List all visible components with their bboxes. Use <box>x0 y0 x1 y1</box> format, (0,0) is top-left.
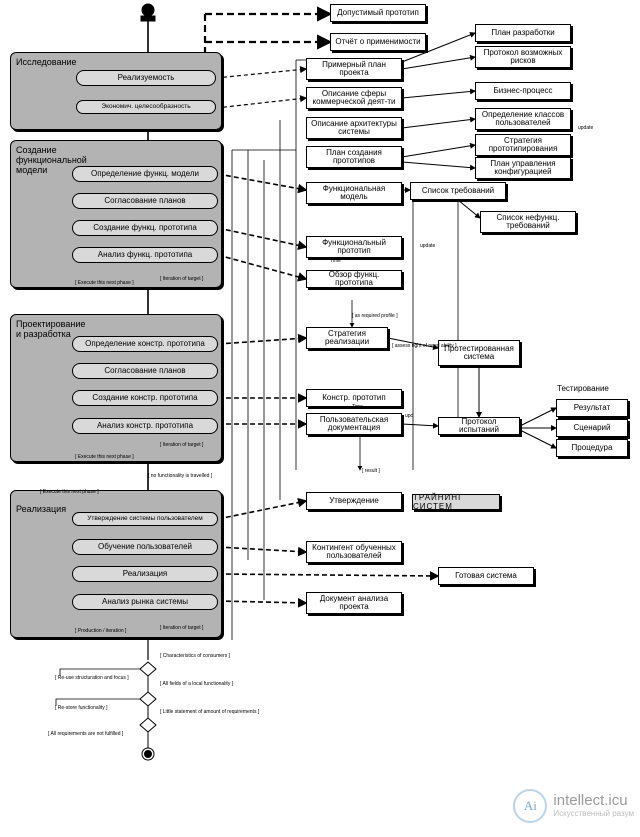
annotation-time-1: Time <box>330 258 341 264</box>
artifact-functional-prototype-review[interactable]: Обзор функц. прототипа <box>306 270 402 288</box>
artifact-nonfunctional-requirements-list[interactable]: Список нефункц. требований <box>480 211 576 233</box>
activity-create-constr-prototype[interactable]: Создание констр. прототипа <box>72 390 218 406</box>
artifact-applicability-report[interactable]: Отчёт о применимости <box>330 33 426 51</box>
annotation-iteration-1: [ Iteration of target ] <box>160 276 204 282</box>
annotation-functionality: [ no functionality is travelled ] <box>148 473 213 479</box>
annotation-execute-next-phase-1: [ Execute this next phase ] <box>75 280 134 286</box>
annotation-profile: [ as required profile ] <box>352 313 398 319</box>
artifact-risk-protocol[interactable]: Протокол возможных рисков <box>475 46 571 68</box>
activity-agree-plans-1[interactable]: Согласование планов <box>72 193 218 209</box>
training-system-button[interactable]: ТРАЙНИНГ СИСТЕМ <box>412 493 500 511</box>
activity-define-func-model[interactable]: Определение функц. модели <box>72 166 218 182</box>
phase-label-research: Исследование <box>16 57 77 67</box>
phase-label-design: Проектирование и разработка <box>16 319 86 339</box>
artifact-prototyping-strategy[interactable]: Стратегия прототипирования <box>475 134 571 156</box>
annotation-production: [ Production / iteration ] <box>75 628 127 634</box>
activity-analyze-func-prototype[interactable]: Анализ функц. прототипа <box>72 247 218 263</box>
activity-agree-plans-2[interactable]: Согласование планов <box>72 363 218 379</box>
annotation-update-2: update <box>420 243 436 249</box>
artifact-test-procedure[interactable]: Процедура <box>556 439 628 457</box>
artifact-requirements-list[interactable]: Список требований <box>410 182 506 200</box>
annotation-execute-next-phase-3: [ Execute this next phase ] <box>40 489 99 495</box>
annotation-characteristics-6: [ All requirements are not fulfilled ] <box>48 731 124 737</box>
annotation-execute-next-phase-2: [ Execute this next phase ] <box>75 454 134 460</box>
artifact-prototype-creation-plan[interactable]: План создания прототипов <box>306 146 402 168</box>
activity-econ-feasibility[interactable]: Экономич. целесообразность <box>76 100 216 114</box>
annotation-characteristics-5: [ Little statement of amount of requirem… <box>160 709 260 715</box>
activity-analyze-constr-prototype[interactable]: Анализ констр. прототипа <box>72 418 218 434</box>
watermark-name: intellect.icu <box>553 792 628 810</box>
annotation-result: [ result ] <box>362 468 380 474</box>
annotation-time-2: Time <box>352 404 363 410</box>
artifact-development-plan[interactable]: План разработки <box>475 24 571 42</box>
artifact-configuration-management-plan[interactable]: План управления конфигурацией <box>475 157 571 179</box>
annotation-update-1: update <box>578 125 594 131</box>
annotation-characteristics-4: [ Re-store functionality ] <box>55 705 108 711</box>
artifact-business-process[interactable]: Бизнес-процесс <box>475 82 571 100</box>
artifact-user-documentation[interactable]: Пользовательская документация <box>306 413 402 435</box>
activity-realization[interactable]: Реализация <box>72 566 218 582</box>
artifact-functional-prototype[interactable]: Функциональный прототип <box>306 236 402 258</box>
annotation-characteristics-3: [ All fields of a local functionality ] <box>160 681 234 687</box>
group-label-testing: Тестирование <box>557 384 609 393</box>
annotation-iteration-3: [ Iteration of target ] <box>160 625 204 631</box>
activity-approve-by-users[interactable]: Утверждение системы пользователем <box>72 512 218 526</box>
artifact-architecture-description[interactable]: Описание архитектуры системы <box>306 117 402 139</box>
artifact-test-result[interactable]: Результат <box>556 399 628 417</box>
artifact-ready-system[interactable]: Готовая система <box>438 567 534 585</box>
activity-create-func-prototype[interactable]: Создание функц. прототипа <box>72 220 218 236</box>
artifact-test-scenario[interactable]: Сценарий <box>556 419 628 437</box>
artifact-test-protocol[interactable]: Протокол испытаний <box>438 417 520 435</box>
artifact-functional-model[interactable]: Функциональная модель <box>306 182 402 204</box>
artifact-approval[interactable]: Утверждение <box>306 492 402 510</box>
activity-feasibility[interactable]: Реализуемость <box>76 70 216 86</box>
annotation-risk-assess: [ assess right of need ability ] <box>392 343 457 349</box>
watermark-logo-icon: Ai <box>513 789 548 823</box>
artifact-approximate-project-plan[interactable]: Примерный план проекта <box>306 58 402 80</box>
watermark-tagline: Искусственный разум <box>553 808 634 818</box>
watermark: Ai intellect.icu Искусственный разум <box>513 789 634 823</box>
annotation-iteration-2: [ Iteration of target ] <box>160 442 204 448</box>
annotation-characteristics-2: [ Re-use structuration and focus ] <box>55 675 129 681</box>
activity-train-users[interactable]: Обучение пользователей <box>72 539 218 555</box>
artifact-feasible-prototype[interactable]: Допустимый прототип <box>330 4 426 22</box>
diagram-canvas: Исследование Создание функциональной мод… <box>0 0 640 837</box>
artifact-commerce-description[interactable]: Описание сферы коммерческой деят-ти <box>306 87 402 109</box>
annotation-update-3: upd <box>405 413 414 419</box>
activity-define-constr-prototype[interactable]: Определение констр. прототипа <box>72 336 218 352</box>
activity-market-analysis[interactable]: Анализ рынка системы <box>72 594 218 610</box>
annotation-characteristics-1: [ Characteristics of consumers ] <box>160 653 231 659</box>
artifact-user-classes[interactable]: Определение классов пользователей <box>475 108 571 130</box>
artifact-trained-users[interactable]: Контингент обученных пользователей <box>306 541 402 563</box>
phase-label-impl: Реализация <box>16 504 67 514</box>
artifact-project-analysis-document[interactable]: Документ анализа проекта <box>306 592 402 614</box>
artifact-implementation-strategy[interactable]: Стратегия реализации <box>306 327 388 349</box>
